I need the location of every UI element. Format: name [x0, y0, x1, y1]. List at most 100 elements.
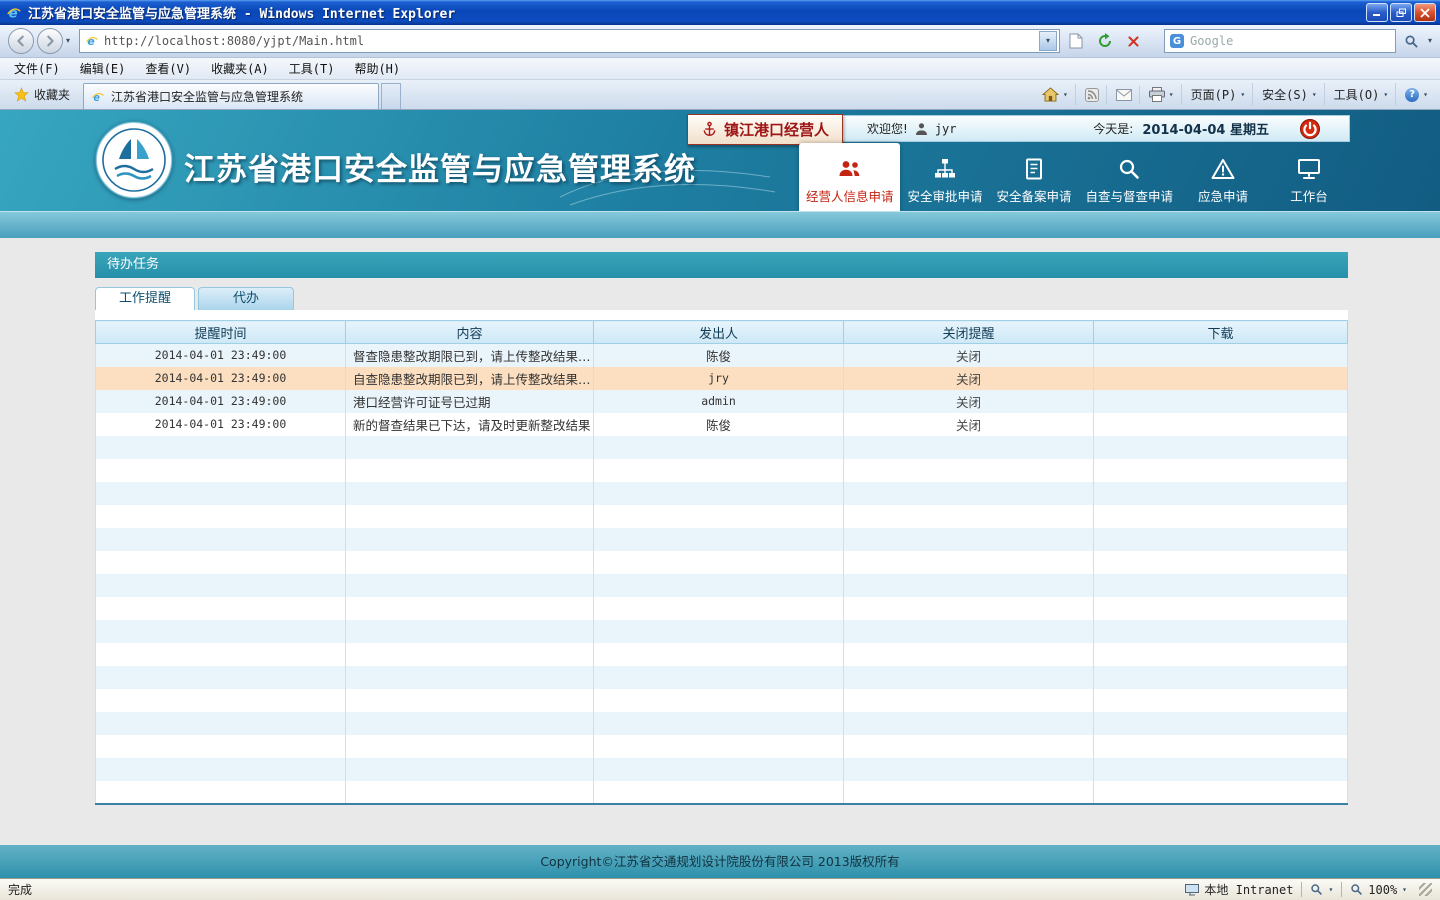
google-icon: G — [1170, 34, 1184, 48]
cell-content: 自查隐患整改期限已到，请上传整改结果… — [346, 367, 594, 390]
browser-tab[interactable]: e 江苏省港口安全监管与应急管理系统 — [83, 83, 379, 109]
window-title: 江苏省港口安全监管与应急管理系统 - Windows Internet Expl… — [28, 3, 1364, 22]
feeds-button[interactable] — [1078, 85, 1107, 105]
anchor-icon — [701, 121, 718, 138]
cell-time: 2014-04-01 23:49:00 — [96, 413, 346, 436]
tab-work-reminder[interactable]: 工作提醒 — [95, 287, 195, 310]
tab-title: 江苏省港口安全监管与应急管理系统 — [111, 88, 303, 105]
home-button[interactable]: ▾ — [1035, 84, 1076, 105]
minimize-button[interactable] — [1366, 3, 1388, 22]
close-link[interactable]: 关闭 — [844, 390, 1094, 413]
menu-edit[interactable]: 编辑(E) — [70, 58, 136, 79]
nav-workbench[interactable]: 工作台 — [1266, 148, 1352, 211]
col-content: 内容 — [346, 321, 594, 344]
search-placeholder: Google — [1190, 34, 1390, 48]
tab-todo[interactable]: 代办 — [198, 287, 294, 310]
table-row[interactable]: 2014-04-01 23:49:00 新的督查结果已下达，请及时更新整改结果 … — [96, 413, 1348, 436]
table-empty-row — [96, 574, 1348, 597]
security-zone: 本地 Intranet — [1185, 881, 1293, 898]
main-nav: 经营人信息申请 安全审批申请 安全备案申请 自查与督查申请 — [799, 143, 1352, 211]
table-row[interactable]: 2014-04-01 23:49:00 港口经营许可证号已过期 admin 关闭 — [96, 390, 1348, 413]
menu-file[interactable]: 文件(F) — [4, 58, 70, 79]
cell-sender: 陈俊 — [594, 413, 844, 436]
table-row[interactable]: 2014-04-01 23:49:00 督查隐患整改期限已到，请上传整改结果… … — [96, 344, 1348, 367]
intranet-icon — [1185, 884, 1199, 896]
svg-text:e: e — [93, 90, 100, 103]
menu-favorites[interactable]: 收藏夹(A) — [201, 58, 279, 79]
favorites-bar: 收藏夹 e 江苏省港口安全监管与应急管理系统 ▾ ▾ — [0, 80, 1440, 110]
help-icon: ? — [1405, 88, 1419, 102]
close-link[interactable]: 关闭 — [844, 413, 1094, 436]
todo-table: 提醒时间 内容 发出人 关闭提醒 下载 2014-04-01 23:49:00 … — [95, 310, 1348, 805]
logout-button[interactable] — [1299, 118, 1321, 140]
address-bar[interactable]: e http://localhost:8080/yjpt/Main.html ▾ — [79, 29, 1060, 53]
search-button[interactable] — [1399, 28, 1425, 54]
nav-safety-record[interactable]: 安全备案申请 — [989, 148, 1078, 211]
site-title: 江苏省港口安全监管与应急管理系统 — [184, 144, 696, 189]
user-icon — [915, 122, 928, 136]
new-tab-stub[interactable] — [381, 83, 401, 109]
cell-sender: jry — [594, 367, 844, 390]
section-title: 待办任务 — [95, 252, 1348, 278]
table-empty-row — [96, 643, 1348, 666]
table-row[interactable]: 2014-04-01 23:49:00 自查隐患整改期限已到，请上传整改结果… … — [96, 367, 1348, 390]
table-empty-row — [96, 666, 1348, 689]
read-mail-button[interactable] — [1109, 86, 1140, 104]
search-options-dropdown[interactable]: ▾ — [1428, 37, 1432, 45]
nav-inspection[interactable]: 自查与督查申请 — [1078, 148, 1180, 211]
table-empty-row — [96, 597, 1348, 620]
search-box[interactable]: G Google — [1164, 29, 1396, 53]
back-button[interactable] — [8, 28, 34, 54]
col-sender: 发出人 — [594, 321, 844, 344]
cell-download — [1094, 413, 1348, 436]
cell-time: 2014-04-01 23:49:00 — [96, 390, 346, 413]
compatibility-view-button[interactable] — [1063, 28, 1089, 54]
menu-bar: 文件(F) 编辑(E) 查看(V) 收藏夹(A) 工具(T) 帮助(H) — [0, 58, 1440, 80]
menu-tools[interactable]: 工具(T) — [279, 58, 345, 79]
magnifier-icon — [1116, 155, 1142, 181]
people-icon — [837, 155, 863, 181]
printer-icon — [1149, 87, 1165, 102]
document-icon — [1021, 155, 1047, 181]
page-menu-button[interactable]: 页面(P)▾ — [1184, 83, 1254, 106]
nav-emergency[interactable]: 应急申请 — [1180, 148, 1266, 211]
username: jyr — [935, 122, 957, 136]
print-button[interactable]: ▾ — [1142, 84, 1182, 105]
cell-download — [1094, 367, 1348, 390]
close-link[interactable]: 关闭 — [844, 367, 1094, 390]
resize-grip[interactable] — [1419, 883, 1432, 896]
status-bar: 完成 本地 Intranet ▾ 100% ▾ — [0, 878, 1440, 900]
todo-panel: 待办任务 工作提醒 代办 提醒时间 内容 发出人 关闭提醒 下载 — [95, 252, 1348, 805]
zoom-level-button[interactable]: 100% ▾ — [1350, 883, 1407, 897]
history-dropdown[interactable]: ▾ — [66, 37, 70, 45]
forward-button[interactable] — [37, 28, 63, 54]
close-button[interactable] — [1414, 3, 1436, 22]
nav-safety-approval[interactable]: 安全审批申请 — [900, 148, 989, 211]
stop-button[interactable] — [1121, 28, 1147, 54]
home-icon — [1042, 87, 1059, 102]
url-text: http://localhost:8080/yjpt/Main.html — [104, 34, 1034, 48]
table-empty-row — [96, 735, 1348, 758]
restore-button[interactable] — [1390, 3, 1412, 22]
table-empty-row — [96, 528, 1348, 551]
help-button[interactable]: ?▾ — [1398, 85, 1435, 105]
menu-view[interactable]: 查看(V) — [135, 58, 201, 79]
zoom-menu-button[interactable]: ▾ — [1310, 883, 1333, 896]
site-logo — [95, 121, 173, 199]
role-badge: 镇江港口经营人 — [687, 114, 843, 145]
cell-sender: 陈俊 — [594, 344, 844, 367]
monitor-icon — [1296, 155, 1322, 181]
tools-menu-button[interactable]: 工具(O)▾ — [1327, 83, 1397, 106]
menu-help[interactable]: 帮助(H) — [344, 58, 410, 79]
date-label: 今天是: — [1093, 120, 1133, 137]
page-ie-icon: e — [85, 34, 99, 48]
favorites-button[interactable]: 收藏夹 — [5, 82, 79, 106]
safety-menu-button[interactable]: 安全(S)▾ — [1255, 83, 1325, 106]
col-close: 关闭提醒 — [844, 321, 1094, 344]
nav-operator-info[interactable]: 经营人信息申请 — [799, 143, 901, 211]
window-titlebar: e 江苏省港口安全监管与应急管理系统 - Windows Internet Ex… — [0, 0, 1440, 25]
address-dropdown[interactable]: ▾ — [1039, 31, 1057, 51]
status-text: 完成 — [8, 881, 32, 898]
refresh-button[interactable] — [1092, 28, 1118, 54]
close-link[interactable]: 关闭 — [844, 344, 1094, 367]
